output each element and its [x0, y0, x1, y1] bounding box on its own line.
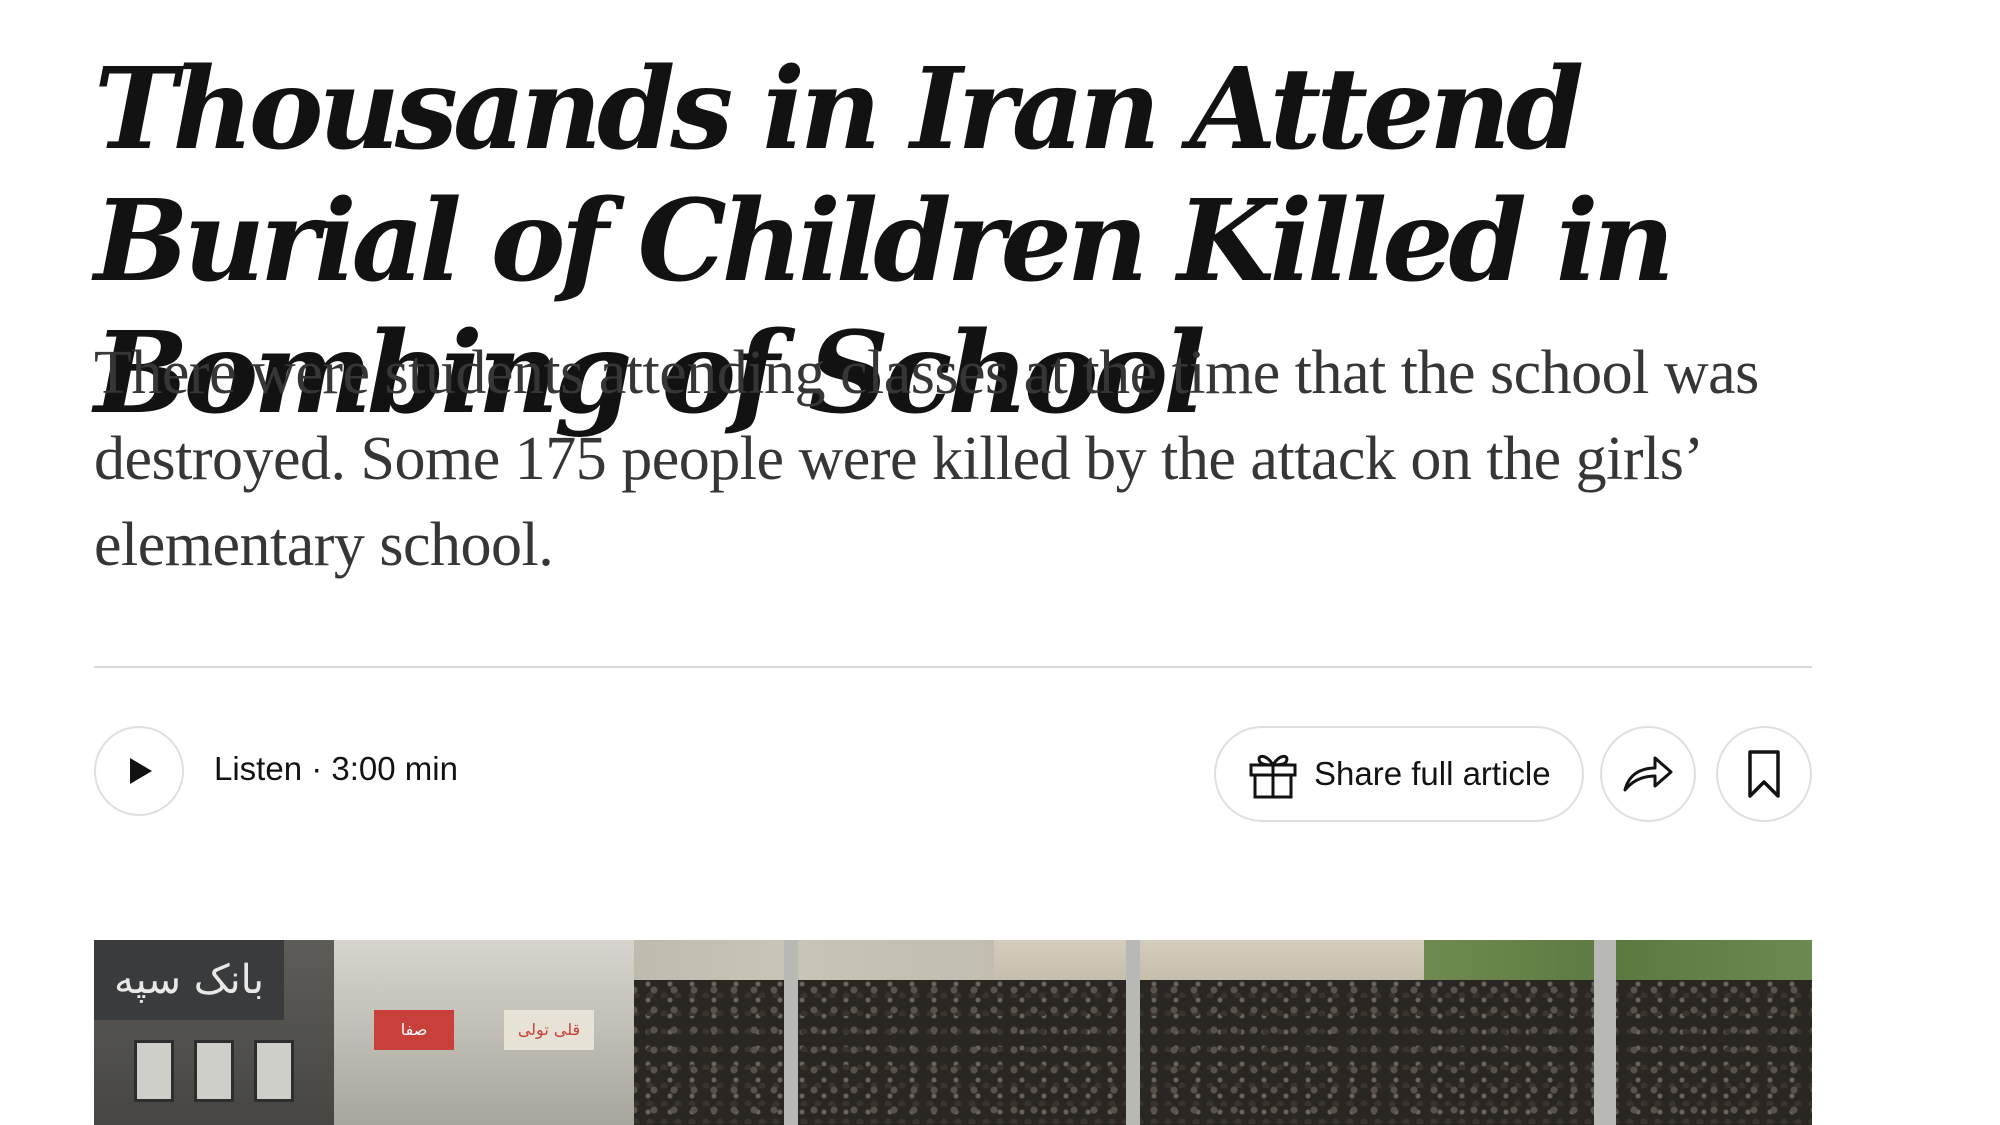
- lead-photo: صفا قلی تولی بانک سپه: [94, 940, 1812, 1125]
- share-arrow-icon: [1621, 752, 1675, 796]
- bank-sign: بانک سپه: [94, 940, 284, 1020]
- save-bookmark-button[interactable]: [1716, 726, 1812, 822]
- share-full-article-label: Share full article: [1314, 755, 1551, 792]
- gift-icon: [1246, 747, 1300, 801]
- shop-sign: صفا: [374, 1010, 454, 1050]
- shop-sign: قلی تولی: [504, 1010, 594, 1050]
- play-icon: [122, 754, 156, 788]
- bookmark-icon: [1744, 748, 1784, 800]
- listen-play-button[interactable]: [94, 726, 184, 816]
- listen-duration-label: Listen · 3:00 min: [214, 750, 458, 787]
- share-button[interactable]: [1600, 726, 1696, 822]
- divider: [94, 666, 1812, 668]
- article-summary: There were students attending classes at…: [94, 339, 1759, 579]
- share-full-article-button[interactable]: Share full article: [1214, 726, 1584, 822]
